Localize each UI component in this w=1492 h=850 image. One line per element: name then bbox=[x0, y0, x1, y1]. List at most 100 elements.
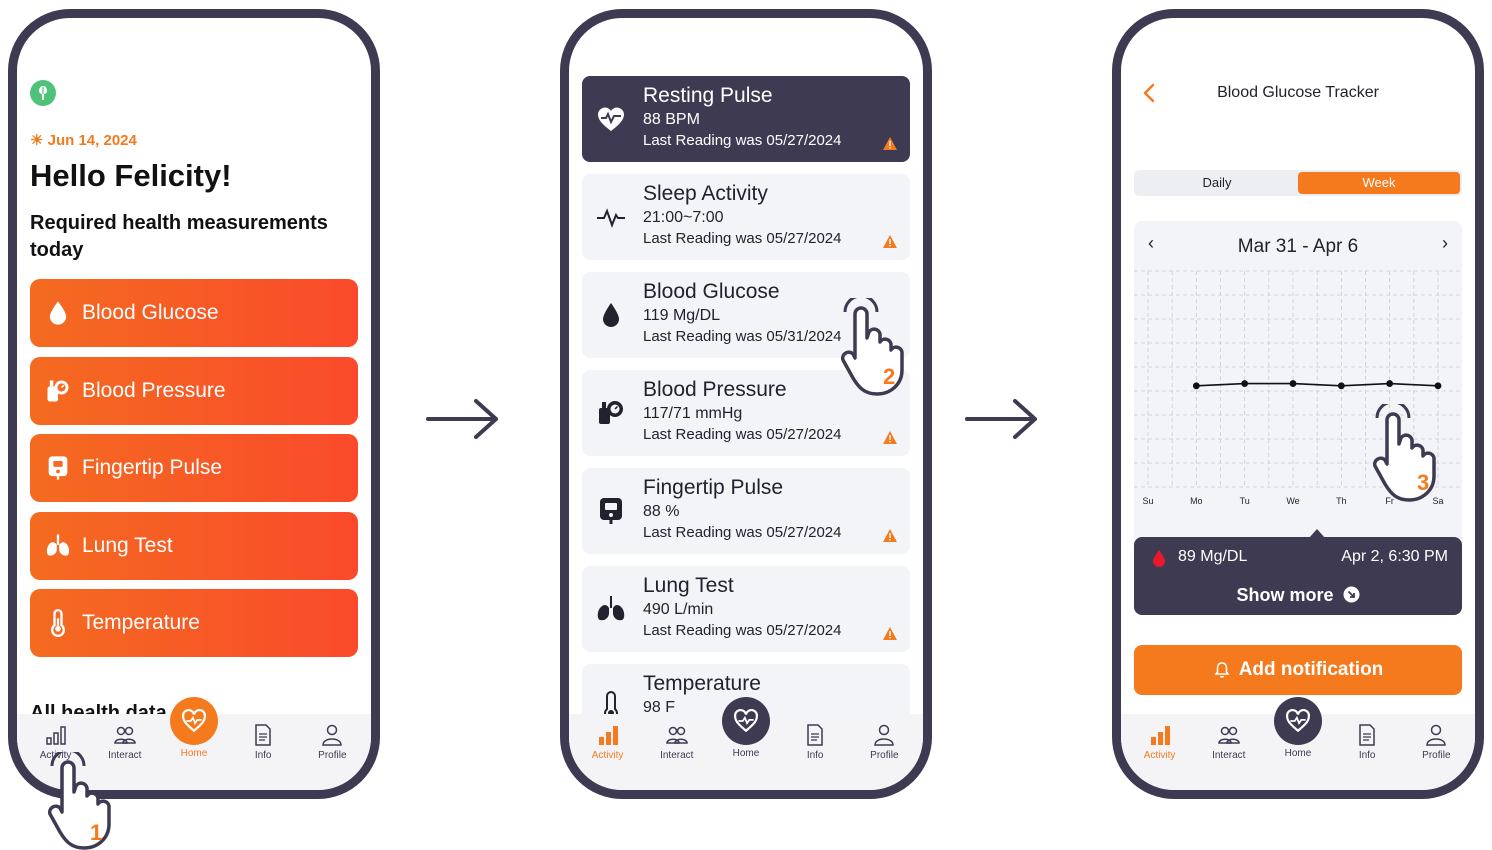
tab-profile-label: Profile bbox=[870, 750, 899, 761]
card-blood-glucose[interactable]: Blood Glucose 119 Mg/DL Last Reading was… bbox=[582, 272, 910, 358]
arrow-right-icon bbox=[426, 399, 498, 439]
heart-pulse-icon bbox=[182, 708, 206, 733]
tab-interact[interactable]: Interact bbox=[646, 723, 708, 761]
blood-drop-icon bbox=[1153, 550, 1165, 567]
card-title: Lung Test bbox=[643, 574, 734, 597]
blood-pressure-icon bbox=[47, 380, 69, 402]
drop-icon bbox=[49, 301, 67, 325]
tab-interact[interactable]: Interact bbox=[1198, 723, 1260, 761]
card-title: Fingertip Pulse bbox=[643, 476, 784, 499]
warning-icon bbox=[883, 137, 897, 150]
tooltip-datetime: Apr 2, 6:30 PM bbox=[1341, 548, 1448, 565]
tab-profile[interactable]: Profile bbox=[1405, 723, 1467, 761]
tab-info[interactable]: Info bbox=[784, 723, 846, 761]
user-icon bbox=[874, 724, 895, 746]
chart-data-point bbox=[1337, 382, 1345, 390]
tab-info-label: Info bbox=[1358, 750, 1376, 761]
people-icon bbox=[114, 726, 136, 744]
chart-x-tick-label: Sa bbox=[1432, 496, 1443, 506]
card-last-reading: Last Reading was 05/27/2024 bbox=[643, 524, 842, 541]
bell-icon bbox=[1214, 662, 1230, 678]
tab-info[interactable]: Info bbox=[1336, 723, 1398, 761]
card-value: 88 BPM bbox=[643, 111, 700, 128]
week-range-label: Mar 31 - Apr 6 bbox=[1237, 236, 1359, 257]
segment-week[interactable]: Week bbox=[1298, 172, 1460, 194]
warning-icon bbox=[883, 529, 897, 542]
glucose-chart-card: ‹ Mar 31 - Apr 6 › Su Mo Tu We Th Fr Sa bbox=[1134, 221, 1462, 551]
app-logo-icon bbox=[30, 80, 56, 106]
chart-series-line bbox=[1196, 382, 1439, 387]
pulse-oximeter-icon bbox=[48, 456, 68, 480]
card-lung-test[interactable]: Lung Test 490 L/min Last Reading was 05/… bbox=[582, 566, 910, 652]
bar-chart-icon bbox=[598, 726, 618, 745]
lung-test-button[interactable]: Lung Test bbox=[30, 512, 358, 580]
phone-glucose-tracker-screen: Blood Glucose Tracker Daily Week ‹ Mar 3… bbox=[1112, 9, 1484, 799]
user-icon bbox=[322, 724, 343, 746]
tab-activity[interactable]: Activity bbox=[577, 723, 639, 761]
add-notification-button[interactable]: Add notification bbox=[1134, 645, 1462, 695]
card-value: 490 L/min bbox=[643, 601, 714, 618]
tab-activity-label: Activity bbox=[591, 750, 624, 761]
bar-chart-icon bbox=[45, 726, 66, 745]
warning-icon bbox=[883, 431, 897, 444]
card-resting-pulse[interactable]: Resting Pulse 88 BPM Last Reading was 05… bbox=[582, 76, 910, 162]
card-title: Blood Pressure bbox=[643, 378, 787, 401]
blood-pressure-button[interactable]: Blood Pressure bbox=[30, 357, 358, 425]
tab-home[interactable]: Home bbox=[715, 697, 777, 759]
chart-x-tick-label: We bbox=[1286, 496, 1299, 506]
tab-info-label: Info bbox=[254, 750, 272, 761]
home-heart-button[interactable] bbox=[1273, 697, 1322, 745]
glucose-line-chart: Su Mo Tu We Th Fr Sa bbox=[1134, 270, 1462, 506]
tab-info-label: Info bbox=[806, 750, 824, 761]
pulse-oximeter-icon bbox=[600, 498, 622, 524]
segment-daily[interactable]: Daily bbox=[1136, 172, 1298, 194]
temperature-button[interactable]: Temperature bbox=[30, 589, 358, 657]
card-title: Temperature bbox=[643, 672, 761, 695]
next-week-chevron-icon[interactable]: › bbox=[1442, 233, 1448, 254]
tab-profile[interactable]: Profile bbox=[301, 723, 363, 761]
card-last-reading: Last Reading was 05/31/2024 bbox=[643, 328, 842, 345]
tab-home-label: Home bbox=[732, 748, 760, 759]
blood-pressure-icon bbox=[599, 401, 623, 424]
chart-data-point bbox=[1386, 380, 1394, 387]
activity-wave-icon bbox=[597, 208, 625, 228]
chart-x-tick-label: Th bbox=[1336, 496, 1347, 506]
thermometer-icon bbox=[51, 609, 65, 637]
phone-activity-screen: Resting Pulse 88 BPM Last Reading was 05… bbox=[560, 9, 932, 799]
card-sleep-activity[interactable]: Sleep Activity 21:00~7:00 Last Reading w… bbox=[582, 174, 910, 260]
tab-interact[interactable]: Interact bbox=[94, 723, 156, 761]
tab-profile[interactable]: Profile bbox=[853, 723, 915, 761]
card-blood-pressure[interactable]: Blood Pressure 117/71 mmHg Last Reading … bbox=[582, 370, 910, 456]
tab-home[interactable]: Home bbox=[1267, 697, 1329, 759]
fingertip-pulse-button[interactable]: Fingertip Pulse bbox=[30, 434, 358, 502]
document-icon bbox=[807, 724, 823, 746]
period-segmented-control: Daily Week bbox=[1134, 170, 1462, 196]
warning-icon bbox=[883, 627, 897, 640]
arrow-right-icon bbox=[965, 399, 1037, 439]
card-value: 21:00~7:00 bbox=[643, 209, 724, 226]
blood-glucose-button[interactable]: Blood Glucose bbox=[30, 279, 358, 347]
card-last-reading: Last Reading was 05/27/2024 bbox=[643, 426, 842, 443]
card-title: Blood Glucose bbox=[643, 280, 780, 303]
greeting-heading: Hello Felicity! bbox=[30, 158, 232, 193]
chart-data-point bbox=[1241, 380, 1249, 387]
tab-home[interactable]: Home bbox=[163, 697, 225, 759]
home-heart-button[interactable] bbox=[721, 697, 770, 745]
bar-chart-icon bbox=[1150, 726, 1170, 745]
chart-x-tick-label: Mo bbox=[1190, 496, 1203, 506]
date-text: Jun 14, 2024 bbox=[47, 132, 137, 149]
tab-activity[interactable]: Activity bbox=[1129, 723, 1191, 761]
home-heart-button[interactable] bbox=[169, 697, 218, 745]
page-title: Blood Glucose Tracker bbox=[1217, 84, 1379, 101]
chart-x-tick-label: Tu bbox=[1240, 496, 1250, 506]
tab-info[interactable]: Info bbox=[232, 723, 294, 761]
tab-activity-label: Activity bbox=[1143, 750, 1176, 761]
tab-activity[interactable]: Activity bbox=[25, 723, 87, 761]
warning-icon bbox=[883, 235, 897, 248]
tab-interact-label: Interact bbox=[1212, 750, 1246, 761]
tab-profile-label: Profile bbox=[1422, 750, 1451, 761]
card-fingertip-pulse[interactable]: Fingertip Pulse 88 % Last Reading was 05… bbox=[582, 468, 910, 554]
reading-tooltip: 89 Mg/DL Apr 2, 6:30 PM Show more bbox=[1134, 529, 1462, 615]
tab-bar: Activity Interact Home Info Profile bbox=[17, 697, 371, 790]
show-more-button[interactable]: Show more bbox=[1134, 585, 1462, 606]
